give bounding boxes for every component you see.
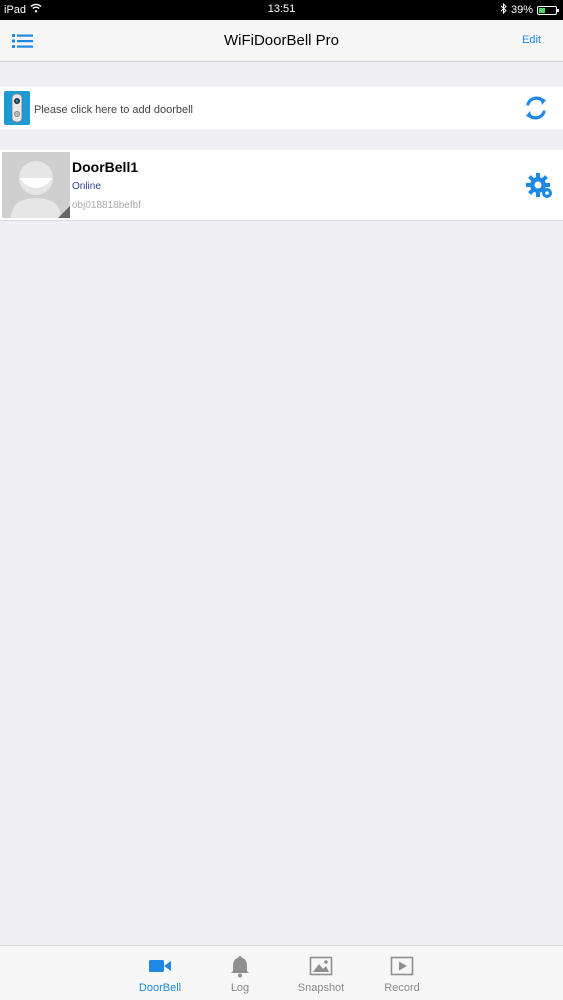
tab-label: Snapshot <box>297 982 345 994</box>
bell-icon <box>231 956 249 978</box>
battery-icon <box>537 5 559 15</box>
bluetooth-icon <box>500 2 507 17</box>
tab-record[interactable]: Record <box>372 954 432 994</box>
gear-icon <box>526 173 552 198</box>
status-bar: iPad 13:51 39% <box>0 0 563 20</box>
status-right: 39% <box>500 2 559 17</box>
doorbell-device-icon <box>4 91 30 125</box>
add-doorbell-label: Please click here to add doorbell <box>34 104 193 116</box>
play-icon <box>390 956 414 976</box>
avatar <box>2 152 70 218</box>
add-doorbell-row[interactable]: Please click here to add doorbell <box>0 87 563 129</box>
device-name: DoorBell1 <box>72 159 139 175</box>
image-icon <box>309 956 333 976</box>
tab-log[interactable]: Log <box>210 954 270 994</box>
status-time: 13:51 <box>267 3 296 15</box>
nav-bar: WiFiDoorBell Pro Edit <box>0 20 563 62</box>
refresh-icon <box>526 96 546 120</box>
battery-percent: 39% <box>510 4 533 16</box>
device-status: Online <box>72 181 101 192</box>
device-uid: obj018818befbf <box>72 200 141 211</box>
edit-button[interactable]: Edit <box>522 34 541 46</box>
tab-doorbell[interactable]: DoorBell <box>130 954 190 994</box>
tab-label: Log <box>230 982 250 994</box>
device-row[interactable]: DoorBell1 Online obj018818befbf <box>0 150 563 221</box>
avatar-placeholder-icon <box>2 152 70 218</box>
video-camera-icon <box>149 960 171 972</box>
battery-fill <box>539 7 545 13</box>
tab-bar: DoorBell Log Snapshot Record <box>0 945 563 1000</box>
refresh-button[interactable] <box>523 95 549 121</box>
tab-label: DoorBell <box>138 982 182 994</box>
page-title: WiFiDoorBell Pro <box>223 32 340 49</box>
tab-label: Record <box>384 982 420 994</box>
device-settings-button[interactable] <box>525 171 555 201</box>
tab-snapshot[interactable]: Snapshot <box>291 954 351 994</box>
